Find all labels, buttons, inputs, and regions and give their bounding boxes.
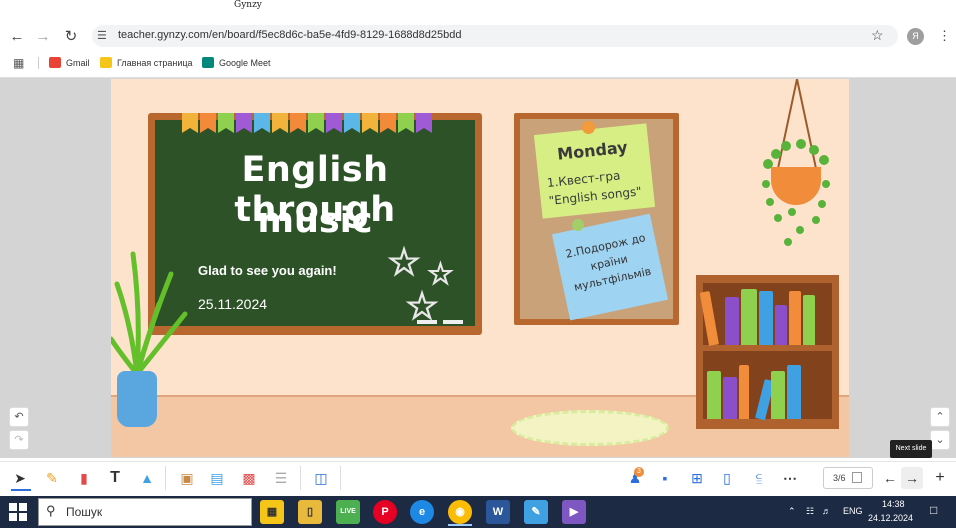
- bookshelf-image: [696, 275, 839, 429]
- page-indicator[interactable]: 3/6: [823, 467, 873, 489]
- bookmark-google-meet[interactable]: Google Meet: [202, 57, 271, 68]
- title-bar: [0, 0, 956, 24]
- redo-icon[interactable]: ↷: [9, 430, 29, 450]
- sticky-note-cartoons: 2.Подорож до країни мультфільмів: [551, 213, 669, 321]
- active-tool-indicator: [11, 489, 31, 491]
- slide-title-line2: music: [257, 201, 373, 241]
- page-indicator-text: 3/6: [833, 473, 846, 483]
- toolbar-divider: [165, 466, 166, 490]
- shapes-icon[interactable]: ▲: [136, 467, 158, 489]
- paint-app-icon[interactable]: ✎: [524, 500, 548, 524]
- share-icon[interactable]: ⫅: [748, 467, 770, 489]
- corkboard: Monday 1.Квест-гра "English songs" 2.Под…: [514, 113, 679, 325]
- chalk-piece: [443, 320, 463, 324]
- file-explorer-icon[interactable]: ▯: [298, 500, 322, 524]
- windows-start-icon[interactable]: [8, 502, 28, 522]
- chalkboard: English through music Glad to see you ag…: [148, 113, 482, 335]
- bookmark-gmail[interactable]: Gmail: [49, 57, 90, 68]
- profile-avatar[interactable]: Я: [907, 28, 924, 45]
- menu-kebab-icon[interactable]: ⋮: [938, 28, 951, 44]
- apps-grid-icon[interactable]: ▦: [13, 56, 24, 70]
- library-box-icon[interactable]: ▣: [176, 467, 198, 489]
- chalk-piece: [417, 320, 437, 324]
- pen-icon[interactable]: ✎: [41, 467, 63, 489]
- slide[interactable]: English through music Glad to see you ag…: [111, 79, 849, 457]
- pushpin-icon: [572, 219, 584, 231]
- select-cursor-icon[interactable]: ➤: [9, 467, 31, 489]
- greeting-text: Glad to see you again!: [198, 263, 337, 278]
- media-icon[interactable]: ▩: [238, 467, 260, 489]
- slides-overview-icon: [852, 472, 862, 483]
- back-icon[interactable]: ←: [7, 27, 27, 47]
- text-tool-icon[interactable]: T: [104, 467, 126, 489]
- bookmark-home-page[interactable]: Главная страница: [100, 57, 193, 68]
- volume-icon[interactable]: ♬: [822, 506, 831, 516]
- sticky-note-monday: Monday 1.Квест-гра "English songs": [533, 123, 656, 219]
- language-indicator[interactable]: ENG: [843, 506, 863, 516]
- gmail-icon: [49, 57, 61, 68]
- active-app-indicator: [448, 524, 472, 526]
- live-app-icon[interactable]: LIVE: [336, 500, 360, 524]
- bookmark-label: Gmail: [66, 57, 90, 68]
- folder-icon[interactable]: ▯: [716, 467, 738, 489]
- tray-expand-icon[interactable]: ⌃: [788, 506, 796, 517]
- previous-slide-button[interactable]: ←: [879, 467, 901, 489]
- notification-badge: 3: [634, 467, 644, 477]
- plant-vase: [117, 371, 157, 427]
- add-icon[interactable]: +: [929, 467, 951, 489]
- more-options-icon[interactable]: ⋯: [779, 467, 801, 489]
- clock-date[interactable]: 24.12.2024: [868, 513, 913, 523]
- video-editor-icon[interactable]: ▶: [562, 500, 586, 524]
- chalkboard-surface: English through music Glad to see you ag…: [155, 120, 475, 327]
- add-slide-icon[interactable]: ⊞: [686, 467, 708, 489]
- site-info-icon[interactable]: ☰: [97, 29, 107, 42]
- notifications-icon[interactable]: □: [930, 503, 937, 517]
- shelf-top: [699, 283, 832, 346]
- bookmark-label: Google Meet: [219, 57, 271, 68]
- word-icon[interactable]: W: [486, 500, 510, 524]
- forward-icon[interactable]: →: [33, 27, 53, 47]
- next-slide-button[interactable]: →: [901, 467, 923, 489]
- pinterest-icon[interactable]: P: [373, 500, 397, 524]
- toolbar-divider: [300, 466, 301, 490]
- scroll-down-icon[interactable]: ⌄: [930, 430, 950, 450]
- search-icon: ⚲: [46, 503, 56, 518]
- home-page-icon: [100, 57, 112, 68]
- url-text[interactable]: teacher.gynzy.com/en/board/f5ec8d6c-ba5e…: [118, 29, 462, 41]
- reload-icon[interactable]: ↻: [61, 27, 81, 47]
- books-icon[interactable]: ▤: [206, 467, 228, 489]
- network-icon[interactable]: ☷: [806, 506, 814, 517]
- corkboard-surface: Monday 1.Квест-гра "English songs" 2.Под…: [520, 119, 673, 321]
- scroll-up-icon[interactable]: ⌃: [930, 407, 950, 427]
- tab-title[interactable]: Gynzy: [234, 0, 262, 10]
- clock-time[interactable]: 14:38: [882, 499, 905, 509]
- store-app-icon[interactable]: ▦: [260, 500, 284, 524]
- star-icon: ☆: [386, 242, 422, 284]
- slide-date: 25.11.2024: [198, 296, 268, 312]
- chrome-icon[interactable]: ◉: [448, 500, 472, 524]
- undo-icon[interactable]: ↶: [9, 407, 29, 427]
- bookmark-divider: [38, 57, 39, 69]
- bookmark-label: Главная страница: [117, 57, 193, 68]
- google-meet-icon: [202, 57, 214, 68]
- edge-icon[interactable]: e: [410, 500, 434, 524]
- list-icon[interactable]: ☰: [270, 467, 292, 489]
- pushpin-icon: [582, 121, 595, 134]
- shelf-bottom: [703, 351, 832, 421]
- screen-share-icon[interactable]: ◫: [310, 467, 332, 489]
- rug-image: [511, 410, 669, 446]
- eraser-icon[interactable]: ▮: [73, 467, 95, 489]
- save-icon[interactable]: ▪: [654, 467, 676, 489]
- bookmark-star-icon[interactable]: ☆: [871, 27, 884, 44]
- note-title: Monday: [556, 137, 629, 164]
- search-placeholder: Пошук: [66, 505, 103, 519]
- bunting-flags: [182, 113, 434, 135]
- next-slide-tooltip: Next slide: [890, 440, 932, 458]
- toolbar-divider: [340, 466, 341, 490]
